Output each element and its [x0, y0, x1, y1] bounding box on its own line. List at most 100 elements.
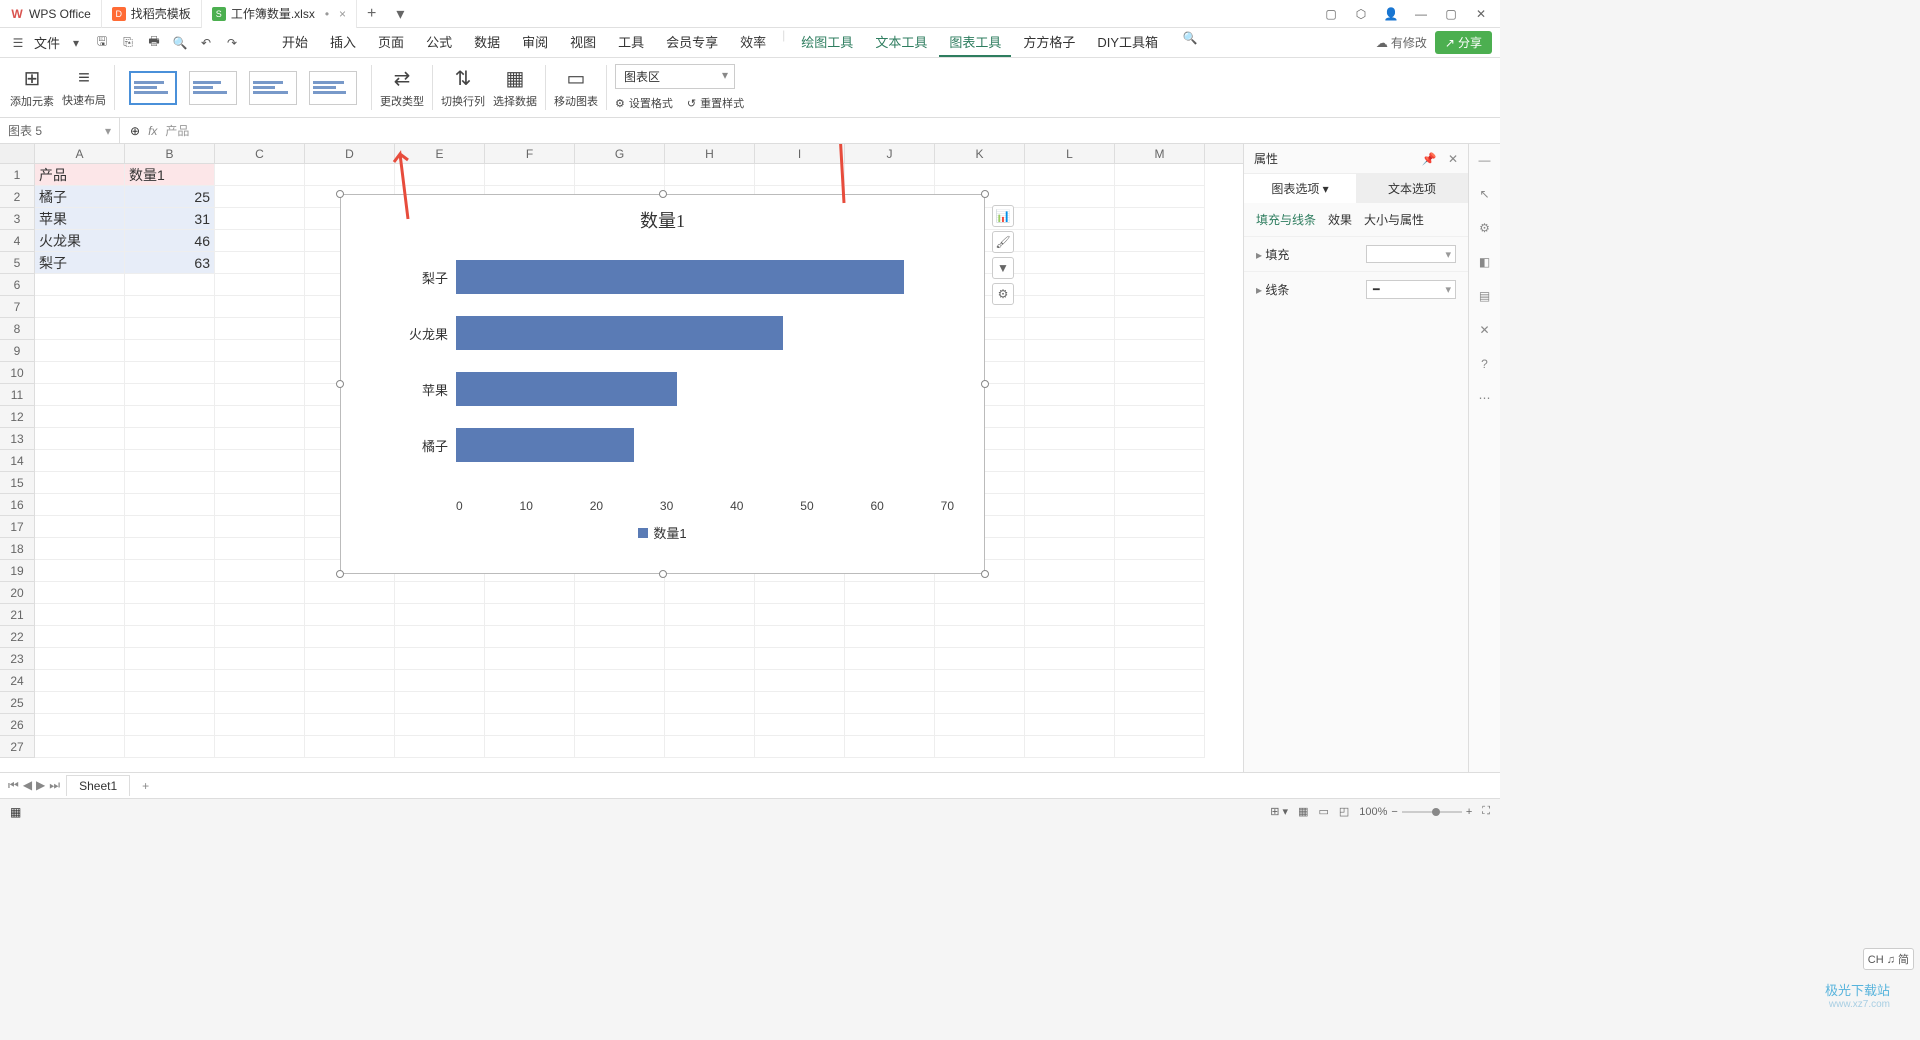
set-format-button[interactable]: ⚙ 设置格式	[615, 95, 673, 111]
cell[interactable]	[845, 736, 935, 758]
tab-insert[interactable]: 插入	[320, 28, 366, 57]
cell[interactable]	[1025, 252, 1115, 274]
cell[interactable]	[35, 560, 125, 582]
cell[interactable]	[395, 626, 485, 648]
cell[interactable]	[35, 340, 125, 362]
cell[interactable]	[125, 406, 215, 428]
cell[interactable]	[395, 736, 485, 758]
cell[interactable]	[395, 692, 485, 714]
cell[interactable]	[1025, 406, 1115, 428]
cell[interactable]	[125, 736, 215, 758]
cell[interactable]	[35, 582, 125, 604]
cell[interactable]	[1025, 626, 1115, 648]
cell[interactable]	[1115, 516, 1205, 538]
resize-handle[interactable]	[659, 190, 667, 198]
preview-icon[interactable]: 🔍	[170, 33, 190, 53]
cell[interactable]	[1025, 164, 1115, 186]
cell[interactable]	[215, 340, 305, 362]
cell[interactable]	[125, 692, 215, 714]
cell[interactable]	[215, 538, 305, 560]
cell[interactable]	[1115, 626, 1205, 648]
cell[interactable]	[125, 384, 215, 406]
cell[interactable]	[35, 296, 125, 318]
bar-fill[interactable]	[456, 372, 677, 406]
cell[interactable]: 25	[125, 186, 215, 208]
cell[interactable]	[215, 406, 305, 428]
cell[interactable]	[935, 626, 1025, 648]
chart-styles-button[interactable]: 🖌	[992, 231, 1014, 253]
row-header[interactable]: 9	[0, 340, 35, 362]
cell[interactable]	[1115, 604, 1205, 626]
tab-add-button[interactable]: +	[357, 5, 386, 23]
chart-style-1[interactable]	[129, 71, 177, 105]
row-header[interactable]: 7	[0, 296, 35, 318]
cell[interactable]	[215, 296, 305, 318]
cell[interactable]	[1025, 362, 1115, 384]
view-grid-icon[interactable]: ▦	[1298, 805, 1308, 818]
cell[interactable]	[305, 626, 395, 648]
add-element-button[interactable]: ⊞ 添加元素	[10, 66, 54, 109]
cell[interactable]	[1025, 274, 1115, 296]
view-read-icon[interactable]: ◰	[1339, 805, 1349, 818]
cell[interactable]	[215, 692, 305, 714]
cell[interactable]	[1115, 208, 1205, 230]
cell[interactable]: 63	[125, 252, 215, 274]
row-header[interactable]: 13	[0, 428, 35, 450]
cell[interactable]	[35, 604, 125, 626]
tab-efficiency[interactable]: 效率	[730, 28, 776, 57]
cell[interactable]	[1115, 428, 1205, 450]
cell[interactable]	[935, 648, 1025, 670]
cell[interactable]	[215, 604, 305, 626]
row-header[interactable]: 14	[0, 450, 35, 472]
row-header[interactable]: 22	[0, 626, 35, 648]
menu-icon[interactable]: ☰	[8, 33, 28, 53]
cell[interactable]	[575, 604, 665, 626]
chart-elements-button[interactable]: 📊	[992, 205, 1014, 227]
sheet-last-icon[interactable]: ⏭	[49, 778, 60, 793]
col-header[interactable]: H	[665, 144, 755, 163]
chart-area-select[interactable]: 图表区	[615, 64, 735, 89]
cell[interactable]	[1115, 714, 1205, 736]
cell[interactable]	[1025, 714, 1115, 736]
cell[interactable]	[1115, 450, 1205, 472]
resize-handle[interactable]	[659, 570, 667, 578]
cell[interactable]: 苹果	[35, 208, 125, 230]
settings-icon[interactable]: ⚙	[1475, 218, 1495, 238]
change-type-button[interactable]: ⇄ 更改类型	[380, 66, 424, 109]
cell[interactable]	[125, 318, 215, 340]
cell[interactable]	[1115, 362, 1205, 384]
row-header[interactable]: 19	[0, 560, 35, 582]
cell[interactable]	[935, 692, 1025, 714]
cell[interactable]	[845, 692, 935, 714]
col-header[interactable]: E	[395, 144, 485, 163]
cell[interactable]	[395, 714, 485, 736]
cell[interactable]	[125, 274, 215, 296]
subtab-fill[interactable]: 填充与线条	[1256, 211, 1316, 228]
cell[interactable]	[215, 450, 305, 472]
sheet-prev-icon[interactable]: ◀	[23, 778, 32, 793]
row-header[interactable]: 27	[0, 736, 35, 758]
cell[interactable]	[305, 604, 395, 626]
minimize-button[interactable]: —	[1412, 5, 1430, 23]
col-header[interactable]: D	[305, 144, 395, 163]
close-panel-icon[interactable]: ✕	[1448, 152, 1458, 166]
cell[interactable]	[125, 604, 215, 626]
line-select[interactable]: ━	[1366, 280, 1456, 299]
col-header[interactable]: F	[485, 144, 575, 163]
chart-legend[interactable]: 数量1	[341, 513, 984, 552]
line-label[interactable]: 线条	[1256, 281, 1289, 298]
cell[interactable]: 产品	[35, 164, 125, 186]
chart-style-2[interactable]	[189, 71, 237, 105]
tab-workbook[interactable]: S 工作簿数量.xlsx • ×	[202, 0, 357, 28]
chart-settings-button[interactable]: ⚙	[992, 283, 1014, 305]
cell[interactable]	[1115, 648, 1205, 670]
bar-fill[interactable]	[456, 428, 634, 462]
resize-handle[interactable]	[336, 570, 344, 578]
tab-ffgz[interactable]: 方方格子	[1013, 28, 1085, 57]
cell[interactable]	[35, 670, 125, 692]
cell[interactable]	[665, 736, 755, 758]
cell[interactable]: 46	[125, 230, 215, 252]
cell[interactable]	[665, 582, 755, 604]
row-header[interactable]: 23	[0, 648, 35, 670]
cell[interactable]	[485, 670, 575, 692]
